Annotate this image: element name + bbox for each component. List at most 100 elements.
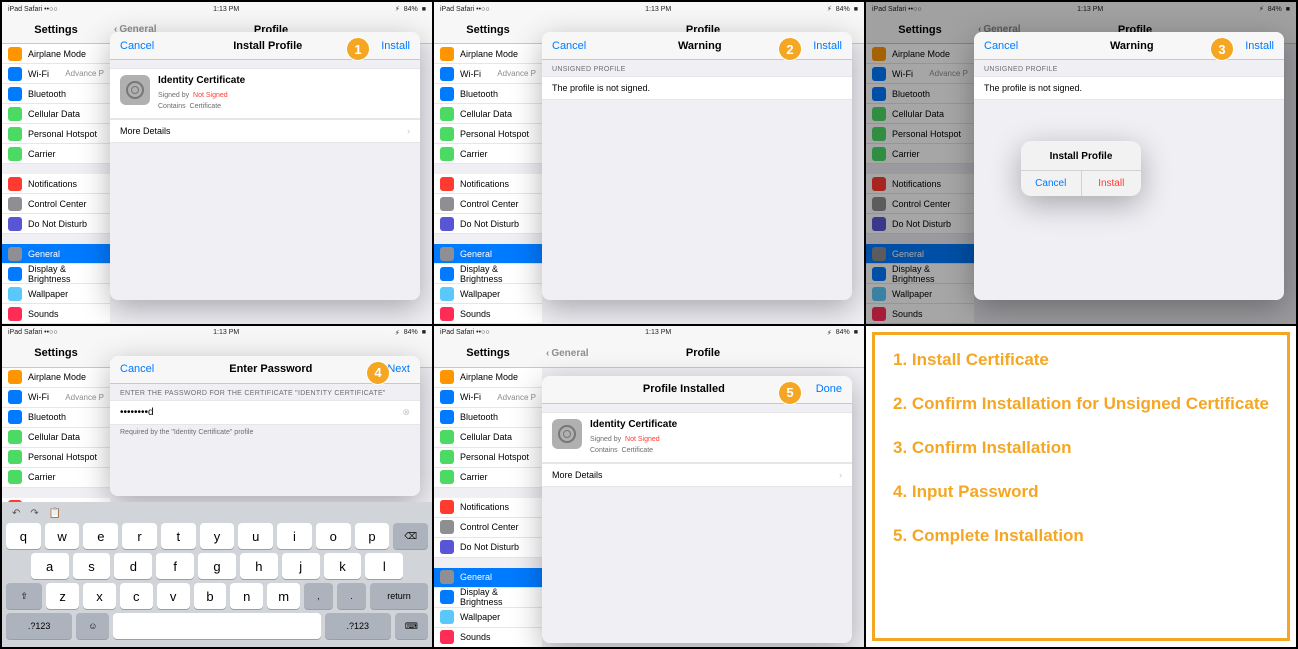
more-details-row[interactable]: More Details› — [110, 119, 420, 143]
sidebar-item-display-brightness[interactable]: Display & Brightness — [866, 264, 974, 284]
backspace-key[interactable]: ⌫ — [393, 523, 428, 549]
key-e[interactable]: e — [83, 523, 118, 549]
emoji-key[interactable]: ☺ — [76, 613, 109, 639]
key-r[interactable]: r — [122, 523, 157, 549]
sidebar-item-bluetooth[interactable]: Bluetooth — [434, 84, 542, 104]
sidebar-item-wi-fi[interactable]: Wi-FiAdvance P — [434, 64, 542, 84]
sidebar-item-wallpaper[interactable]: Wallpaper — [2, 284, 110, 304]
key-q[interactable]: q — [6, 523, 41, 549]
sidebar-item-notifications[interactable]: Notifications — [434, 174, 542, 194]
sidebar-item-notifications[interactable]: Notifications — [866, 174, 974, 194]
sidebar-item-cellular-data[interactable]: Cellular Data — [2, 104, 110, 124]
sidebar-item-personal-hotspot[interactable]: Personal Hotspot — [434, 124, 542, 144]
install-button[interactable]: Install — [381, 40, 410, 52]
sidebar-item-display-brightness[interactable]: Display & Brightness — [434, 588, 542, 608]
sidebar-item-bluetooth[interactable]: Bluetooth — [2, 84, 110, 104]
sidebar-item-airplane-mode[interactable]: Airplane Mode — [434, 44, 542, 64]
cancel-button[interactable]: Cancel — [120, 363, 154, 375]
sidebar-item-bluetooth[interactable]: Bluetooth — [2, 408, 110, 428]
sidebar-item-sounds[interactable]: Sounds — [866, 304, 974, 324]
alert-install-button[interactable]: Install — [1082, 171, 1142, 196]
sidebar-item-control-center[interactable]: Control Center — [866, 194, 974, 214]
return-key[interactable]: return — [370, 583, 428, 609]
key-y[interactable]: y — [200, 523, 235, 549]
key-m[interactable]: m — [267, 583, 300, 609]
sidebar-item-sounds[interactable]: Sounds — [2, 304, 110, 324]
sidebar-item-carrier[interactable]: Carrier — [434, 468, 542, 488]
sidebar-item-wi-fi[interactable]: Wi-FiAdvance P — [2, 388, 110, 408]
key-k[interactable]: k — [324, 553, 362, 579]
sidebar-item-carrier[interactable]: Carrier — [866, 144, 974, 164]
key-i[interactable]: i — [277, 523, 312, 549]
sidebar-item-do-not-disturb[interactable]: Do Not Disturb — [434, 214, 542, 234]
sidebar-item-notifications[interactable]: Notifications — [2, 174, 110, 194]
sidebar-item-personal-hotspot[interactable]: Personal Hotspot — [866, 124, 974, 144]
sidebar-item-personal-hotspot[interactable]: Personal Hotspot — [2, 448, 110, 468]
sidebar-item-wi-fi[interactable]: Wi-FiAdvance P — [2, 64, 110, 84]
key-u[interactable]: u — [238, 523, 273, 549]
sidebar-item-control-center[interactable]: Control Center — [434, 518, 542, 538]
sidebar-item-wallpaper[interactable]: Wallpaper — [866, 284, 974, 304]
paste-icon[interactable]: 📋 — [49, 508, 61, 519]
onscreen-keyboard[interactable]: ↶↷📋 qwertyuiop⌫ asdfghjkl ⇧ zxcvbnm , . … — [2, 502, 432, 647]
more-details-row[interactable]: More Details› — [542, 463, 852, 487]
sidebar-item-do-not-disturb[interactable]: Do Not Disturb — [434, 538, 542, 558]
dismiss-keyboard-key[interactable]: ⌨ — [395, 613, 428, 639]
key-g[interactable]: g — [198, 553, 236, 579]
sidebar-item-wallpaper[interactable]: Wallpaper — [434, 284, 542, 304]
key-a[interactable]: a — [31, 553, 69, 579]
sidebar-item-wi-fi[interactable]: Wi-FiAdvance P — [866, 64, 974, 84]
key-l[interactable]: l — [365, 553, 403, 579]
key-o[interactable]: o — [316, 523, 351, 549]
sidebar-item-cellular-data[interactable]: Cellular Data — [866, 104, 974, 124]
key-j[interactable]: j — [282, 553, 320, 579]
sidebar-item-sounds[interactable]: Sounds — [434, 304, 542, 324]
cancel-button[interactable]: Cancel — [120, 40, 154, 52]
key-x[interactable]: x — [83, 583, 116, 609]
back-button[interactable]: ‹ General — [546, 348, 589, 359]
sidebar-item-carrier[interactable]: Carrier — [2, 468, 110, 488]
sidebar-item-airplane-mode[interactable]: Airplane Mode — [2, 368, 110, 388]
next-button[interactable]: Next — [387, 363, 410, 375]
sidebar-item-do-not-disturb[interactable]: Do Not Disturb — [866, 214, 974, 234]
key-f[interactable]: f — [156, 553, 194, 579]
password-input[interactable] — [120, 407, 402, 418]
shift-key[interactable]: ⇧ — [6, 583, 42, 609]
sidebar-item-do-not-disturb[interactable]: Do Not Disturb — [2, 214, 110, 234]
sidebar-item-wi-fi[interactable]: Wi-FiAdvance P — [434, 388, 542, 408]
key-t[interactable]: t — [161, 523, 196, 549]
key-n[interactable]: n — [230, 583, 263, 609]
sidebar-item-carrier[interactable]: Carrier — [434, 144, 542, 164]
sidebar-item-wallpaper[interactable]: Wallpaper — [434, 608, 542, 628]
sidebar-item-general[interactable]: General — [434, 244, 542, 264]
sidebar-item-control-center[interactable]: Control Center — [2, 194, 110, 214]
sidebar-item-general[interactable]: General — [2, 244, 110, 264]
alert-cancel-button[interactable]: Cancel — [1021, 171, 1082, 196]
sidebar-item-bluetooth[interactable]: Bluetooth — [434, 408, 542, 428]
comma-key[interactable]: , — [304, 583, 333, 609]
sidebar-item-cellular-data[interactable]: Cellular Data — [434, 104, 542, 124]
clear-icon[interactable]: ⊗ — [402, 407, 410, 418]
numbers-key-2[interactable]: .?123 — [325, 613, 391, 639]
sidebar-item-carrier[interactable]: Carrier — [2, 144, 110, 164]
sidebar-item-cellular-data[interactable]: Cellular Data — [2, 428, 110, 448]
key-h[interactable]: h — [240, 553, 278, 579]
key-v[interactable]: v — [157, 583, 190, 609]
sidebar-item-personal-hotspot[interactable]: Personal Hotspot — [434, 448, 542, 468]
sidebar-item-control-center[interactable]: Control Center — [434, 194, 542, 214]
key-z[interactable]: z — [46, 583, 79, 609]
sidebar-item-airplane-mode[interactable]: Airplane Mode — [434, 368, 542, 388]
redo-icon[interactable]: ↷ — [30, 508, 38, 519]
key-p[interactable]: p — [355, 523, 390, 549]
sidebar-item-cellular-data[interactable]: Cellular Data — [434, 428, 542, 448]
space-key[interactable] — [113, 613, 320, 639]
sidebar-item-display-brightness[interactable]: Display & Brightness — [2, 264, 110, 284]
key-s[interactable]: s — [73, 553, 111, 579]
key-d[interactable]: d — [114, 553, 152, 579]
sidebar-item-display-brightness[interactable]: Display & Brightness — [434, 264, 542, 284]
period-key[interactable]: . — [337, 583, 366, 609]
key-w[interactable]: w — [45, 523, 80, 549]
sidebar-item-general[interactable]: General — [434, 568, 542, 588]
key-c[interactable]: c — [120, 583, 153, 609]
done-button[interactable]: Done — [816, 383, 842, 395]
